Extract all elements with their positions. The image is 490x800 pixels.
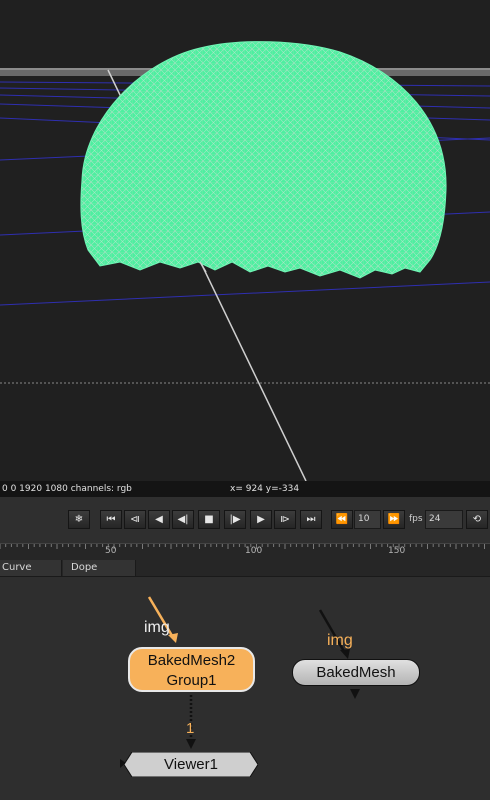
tab-curve-editor[interactable]: Curve Editor — [0, 560, 62, 589]
cursor-coordinates: x= 924 y=-334 — [230, 484, 300, 494]
ruler-tick-50: 50 — [105, 546, 117, 556]
node-graph[interactable]: img img 1 BakedMesh2 Group1 BakedMesh Vi… — [0, 577, 490, 800]
node-bakedmesh[interactable]: BakedMesh — [292, 659, 420, 686]
viewer-input-label: 1 — [186, 720, 195, 737]
skip-forward-icon: ⏩ — [387, 514, 401, 525]
transport-bar: ❄ ⏮ ⧏ ◀ ◀| ■ |▶ ▶ ⧐ ⏭ ⏪ 10 ⏩ fps 24 ⟲ — [0, 497, 490, 543]
ruler-tick-150: 150 — [388, 546, 406, 556]
stop-button[interactable]: ■ — [198, 510, 220, 529]
viewer-info-bar: 0 0 1920 1080 channels: rgb x= 924 y=-33… — [0, 481, 490, 497]
node-viewer1[interactable]: Viewer1 — [124, 752, 258, 777]
step-forward-button[interactable]: ▶ — [250, 510, 272, 529]
step-back-button[interactable]: ◀ — [148, 510, 170, 529]
timeline-ruler[interactable]: 50 100 150 — [0, 543, 490, 560]
goto-start-icon: ⏮ — [106, 514, 116, 525]
loop-icon: ⟲ — [472, 514, 482, 525]
play-forward-icon: |▶ — [229, 514, 241, 525]
node-bakedmesh-label: BakedMesh — [316, 664, 396, 681]
baked-input-label: img — [327, 632, 353, 649]
freeze-button[interactable]: ❄ — [68, 510, 90, 529]
frame-increment-field[interactable]: 10 — [354, 510, 381, 529]
goto-start-button[interactable]: ⏮ — [100, 510, 122, 529]
node-bakedmesh2-label: BakedMesh2 — [147, 652, 236, 669]
prev-keyframe-icon: ⧏ — [130, 514, 140, 525]
fps-field[interactable]: 24 — [425, 510, 463, 529]
skip-back-icon: ⏪ — [335, 514, 349, 525]
freeze-icon: ❄ — [74, 514, 84, 525]
baked-mesh-dome — [80, 41, 447, 279]
step-forward-icon: ▶ — [257, 514, 265, 525]
tab-dope-sheet[interactable]: Dope Sheet — [63, 560, 136, 589]
ruler-tick-100: 100 — [245, 546, 263, 556]
play-forward-button[interactable]: |▶ — [224, 510, 246, 529]
goto-end-button[interactable]: ⏭ — [300, 510, 322, 529]
panel-tabs: Curve Editor Dope Sheet — [0, 560, 490, 589]
stop-icon: ■ — [204, 514, 214, 525]
baked2-input-label: img — [144, 619, 170, 636]
goto-end-icon: ⏭ — [306, 514, 316, 525]
node-viewer1-label: Viewer1 — [164, 756, 218, 773]
viewer-3d[interactable] — [0, 0, 490, 481]
format-readout: 0 0 1920 1080 channels: rgb — [2, 484, 132, 494]
fps-label: fps — [409, 514, 423, 524]
node-bakedmesh2[interactable]: BakedMesh2 Group1 — [128, 647, 255, 692]
prev-keyframe-button[interactable]: ⧏ — [124, 510, 146, 529]
next-keyframe-button[interactable]: ⧐ — [274, 510, 296, 529]
play-backward-icon: ◀| — [177, 514, 189, 525]
next-keyframe-icon: ⧐ — [280, 514, 290, 525]
step-back-icon: ◀ — [155, 514, 163, 525]
play-backward-button[interactable]: ◀| — [172, 510, 194, 529]
node-bakedmesh2-group: Group1 — [166, 672, 217, 689]
loop-button[interactable]: ⟲ — [466, 510, 488, 529]
skip-back-button[interactable]: ⏪ — [331, 510, 353, 529]
skip-forward-button[interactable]: ⏩ — [383, 510, 405, 529]
viewer-scene — [0, 41, 490, 481]
